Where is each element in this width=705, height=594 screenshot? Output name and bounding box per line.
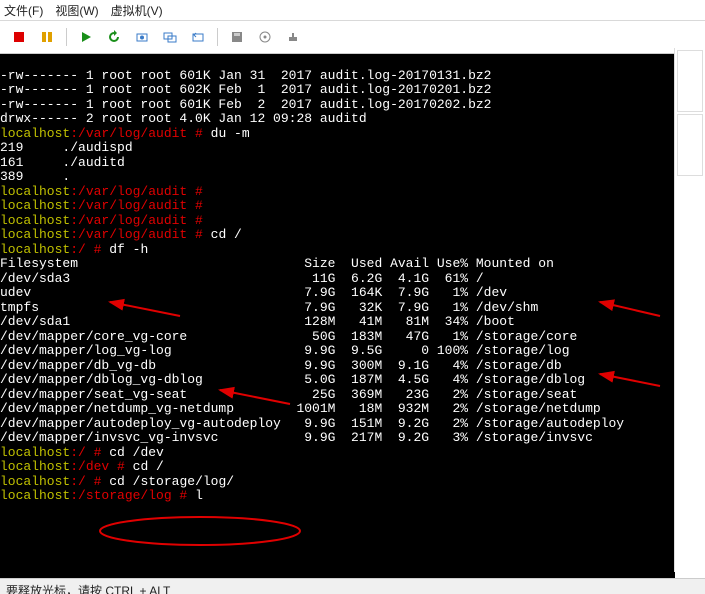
stop-button[interactable] xyxy=(8,26,30,48)
side-block xyxy=(677,50,703,112)
terminal-output: -rw------- 1 root root 601K Jan 31 2017 … xyxy=(0,69,675,504)
status-text: 要释放光标，请按 CTRL + ALT xyxy=(6,582,170,594)
snapshot-button[interactable] xyxy=(131,26,153,48)
terminal[interactable]: -rw------- 1 root root 601K Jan 31 2017 … xyxy=(0,54,675,578)
side-block xyxy=(677,114,703,176)
status-bar: 要释放光标，请按 CTRL + ALT xyxy=(0,578,705,594)
device-cd-icon[interactable] xyxy=(254,26,276,48)
side-panel xyxy=(674,48,705,572)
menu-file[interactable]: 文件(F) xyxy=(4,2,43,19)
pause-button[interactable] xyxy=(36,26,58,48)
snapshot-revert-button[interactable] xyxy=(187,26,209,48)
separator xyxy=(217,28,218,46)
device-floppy-icon[interactable] xyxy=(226,26,248,48)
menu-bar: 文件(F) 视图(W) 虚拟机(V) xyxy=(0,0,705,21)
snapshot-manager-button[interactable] xyxy=(159,26,181,48)
menu-view[interactable]: 视图(W) xyxy=(55,2,98,19)
device-network-icon[interactable] xyxy=(282,26,304,48)
play-button[interactable] xyxy=(75,26,97,48)
toolbar xyxy=(0,21,705,54)
separator xyxy=(66,28,67,46)
menu-vm[interactable]: 虚拟机(V) xyxy=(111,2,163,19)
reload-button[interactable] xyxy=(103,26,125,48)
